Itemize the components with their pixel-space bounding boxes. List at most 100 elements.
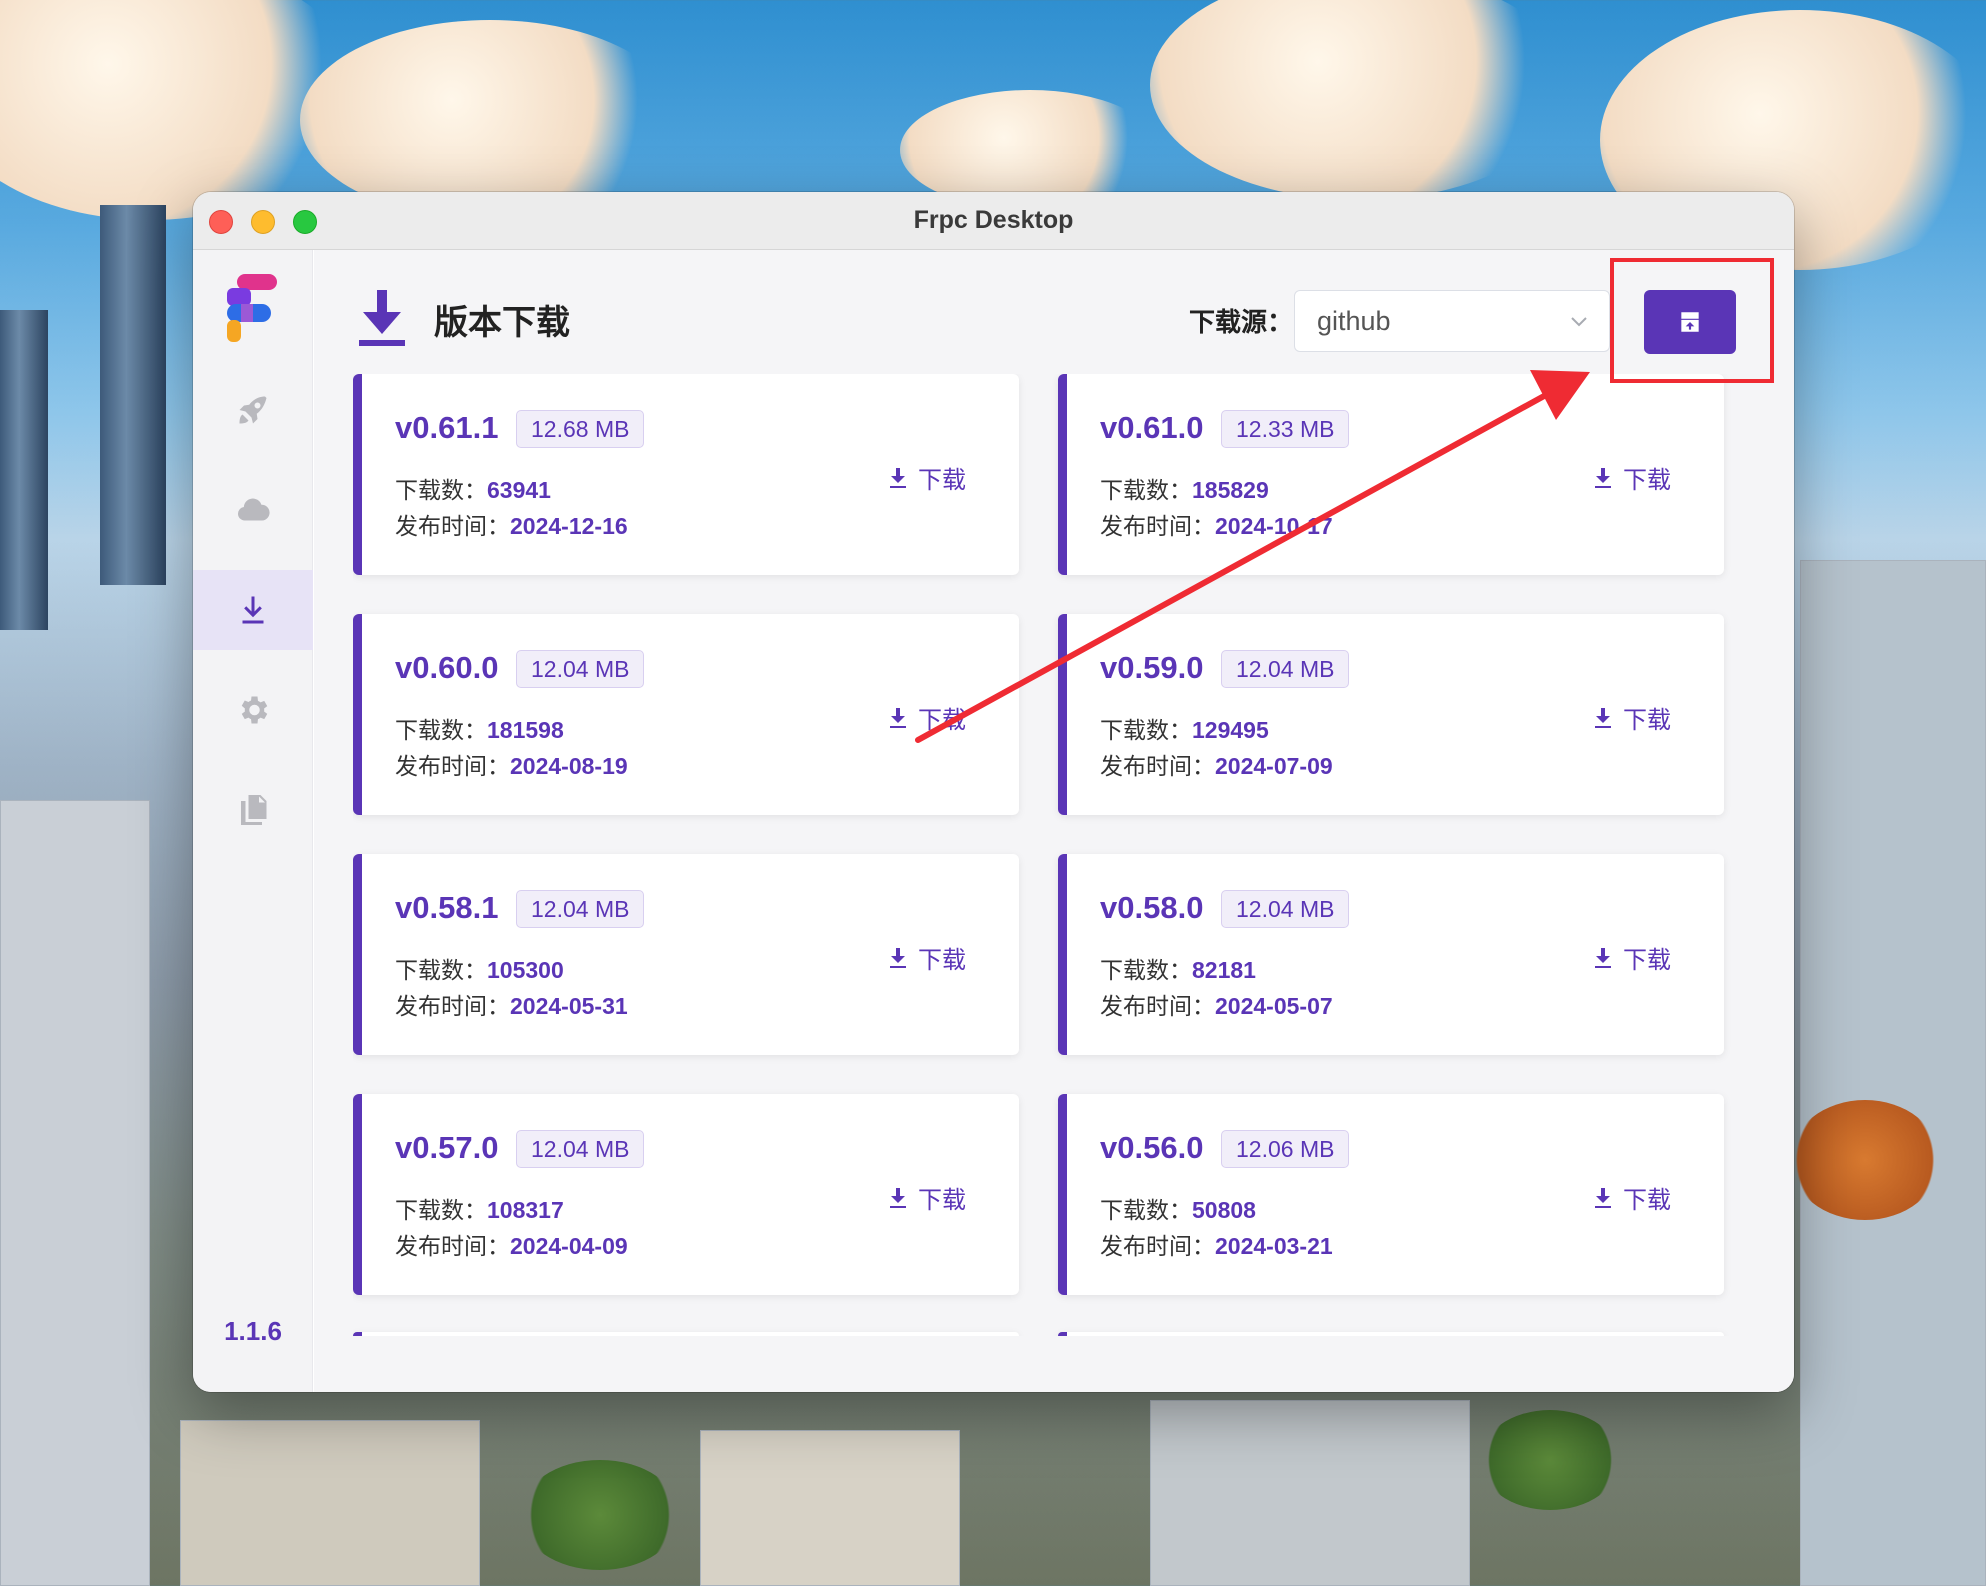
download-button[interactable]: 下载 — [888, 460, 966, 495]
download-count-row: 下载数：108317 — [395, 1191, 564, 1225]
release-version: v0.61.1 — [395, 410, 499, 445]
download-count-row: 下载数：105300 — [395, 951, 564, 985]
release-size-badge: 12.06 MB — [1221, 1130, 1350, 1168]
app-logo — [227, 274, 279, 346]
download-count-value: 50808 — [1192, 1197, 1256, 1223]
release-card: v0.59.0 12.04 MB 下载数：129495 发布时间：2024-07… — [1058, 614, 1724, 815]
source-select-value: github — [1317, 305, 1391, 336]
publish-date-row: 发布时间：2024-05-31 — [395, 987, 628, 1021]
sidebar-item-download[interactable] — [193, 570, 313, 650]
release-card-partial — [353, 1332, 1019, 1336]
release-version: v0.57.0 — [395, 1130, 499, 1165]
wallpaper-tree — [1790, 1100, 1940, 1220]
publish-date-value: 2024-08-19 — [510, 753, 628, 779]
download-button[interactable]: 下载 — [888, 700, 966, 735]
download-count-value: 129495 — [1192, 717, 1269, 743]
publish-date-value: 2024-10-17 — [1215, 513, 1333, 539]
download-button-label: 下载 — [918, 466, 966, 494]
wallpaper-building — [700, 1430, 960, 1586]
sidebar-item-settings[interactable] — [193, 670, 313, 750]
download-button-label: 下载 — [1623, 706, 1671, 734]
release-card: v0.57.0 12.04 MB 下载数：108317 发布时间：2024-04… — [353, 1094, 1019, 1295]
close-window-button[interactable] — [209, 210, 233, 234]
title-bar: Frpc Desktop — [193, 192, 1794, 250]
source-select[interactable]: github — [1294, 290, 1610, 352]
publish-date-row: 发布时间：2024-04-09 — [395, 1227, 628, 1261]
publish-date-label: 发布时间： — [1100, 514, 1215, 540]
download-count-value: 82181 — [1192, 957, 1256, 983]
release-card: v0.58.1 12.04 MB 下载数：105300 发布时间：2024-05… — [353, 854, 1019, 1055]
download-count-label: 下载数： — [395, 1198, 487, 1224]
cloud-icon — [237, 498, 270, 521]
publish-date-row: 发布时间：2024-10-17 — [1100, 507, 1333, 541]
download-icon — [890, 1187, 906, 1208]
wallpaper-tower — [100, 205, 166, 585]
download-count-label: 下载数： — [1100, 1198, 1192, 1224]
publish-date-row: 发布时间：2024-08-19 — [395, 747, 628, 781]
sidebar-item-proxy[interactable] — [193, 370, 313, 450]
minimize-window-button[interactable] — [251, 210, 275, 234]
download-icon — [1595, 707, 1611, 728]
chevron-down-icon — [1571, 317, 1587, 327]
publish-date-value: 2024-03-21 — [1215, 1233, 1333, 1259]
wallpaper-tree — [1480, 1410, 1620, 1510]
release-version: v0.58.0 — [1100, 890, 1204, 925]
publish-date-label: 发布时间： — [1100, 754, 1215, 780]
zoom-window-button[interactable] — [293, 210, 317, 234]
publish-date-row: 发布时间：2024-05-07 — [1100, 987, 1333, 1021]
release-card: v0.61.0 12.33 MB 下载数：185829 发布时间：2024-10… — [1058, 374, 1724, 575]
release-card: v0.61.1 12.68 MB 下载数：63941 发布时间：2024-12-… — [353, 374, 1019, 575]
release-version: v0.59.0 — [1100, 650, 1204, 685]
release-card: v0.60.0 12.04 MB 下载数：181598 发布时间：2024-08… — [353, 614, 1019, 815]
publish-date-label: 发布时间： — [1100, 1234, 1215, 1260]
sidebar-item-server[interactable] — [193, 470, 313, 550]
download-count-value: 105300 — [487, 957, 564, 983]
download-count-label: 下载数： — [395, 478, 487, 504]
wallpaper-tower — [0, 310, 48, 630]
download-button-label: 下载 — [918, 1186, 966, 1214]
download-icon — [1595, 947, 1611, 968]
download-button[interactable]: 下载 — [1593, 940, 1671, 975]
import-button[interactable] — [1644, 290, 1736, 354]
main-content: 版本下载 下载源： github v0.61.1 12.68 MB 下载数：63… — [314, 250, 1794, 1392]
window-title: Frpc Desktop — [913, 206, 1074, 234]
release-size-badge: 12.04 MB — [516, 890, 645, 928]
download-count-value: 185829 — [1192, 477, 1269, 503]
download-count-label: 下载数： — [395, 958, 487, 984]
release-card-partial — [1058, 1332, 1724, 1336]
page-title: 版本下载 — [434, 303, 570, 343]
download-count-row: 下载数：82181 — [1100, 951, 1256, 985]
release-list: v0.61.1 12.68 MB 下载数：63941 发布时间： 2024-12-… — [353, 374, 1731, 1336]
publish-date-value: 2024-05-07 — [1215, 993, 1333, 1019]
download-icon — [1595, 1187, 1611, 1208]
publish-date-value: 2024-12-16 — [510, 513, 628, 539]
upload-icon — [1681, 312, 1699, 332]
publish-date-label: 发布时间： — [395, 1234, 510, 1260]
sidebar-item-logs[interactable] — [193, 770, 313, 850]
download-button[interactable]: 下载 — [888, 1180, 966, 1215]
download-count-row: 下载数：181598 — [395, 711, 564, 745]
release-version: v0.60.0 — [395, 650, 499, 685]
download-icon — [890, 947, 906, 968]
download-button[interactable]: 下载 — [1593, 1180, 1671, 1215]
wallpaper-building — [0, 800, 150, 1586]
publish-date-row: 发布时间：2024-07-09 — [1100, 747, 1333, 781]
download-button[interactable]: 下载 — [1593, 700, 1671, 735]
wallpaper-building — [1800, 560, 1986, 1586]
download-icon — [357, 288, 407, 348]
download-button-label: 下载 — [918, 706, 966, 734]
download-count-row: 下载数：185829 — [1100, 471, 1269, 505]
release-size-badge: 12.68 MB — [516, 410, 645, 448]
app-version: 1.1.6 — [224, 1316, 282, 1346]
wallpaper-building — [180, 1420, 480, 1586]
wallpaper-cloud — [300, 20, 680, 220]
release-version: v0.61.0 — [1100, 410, 1204, 445]
download-count-row: 下载数：50808 — [1100, 1191, 1256, 1225]
publish-date-label: 发布时间： — [395, 994, 510, 1020]
download-button[interactable]: 下载 — [888, 940, 966, 975]
publish-date-label: 发布时间： — [1100, 994, 1215, 1020]
download-count-label: 下载数： — [1100, 718, 1192, 744]
download-button[interactable]: 下载 — [1593, 460, 1671, 495]
download-count-row: 下载数：63941 — [395, 471, 551, 505]
download-button-label: 下载 — [918, 946, 966, 974]
